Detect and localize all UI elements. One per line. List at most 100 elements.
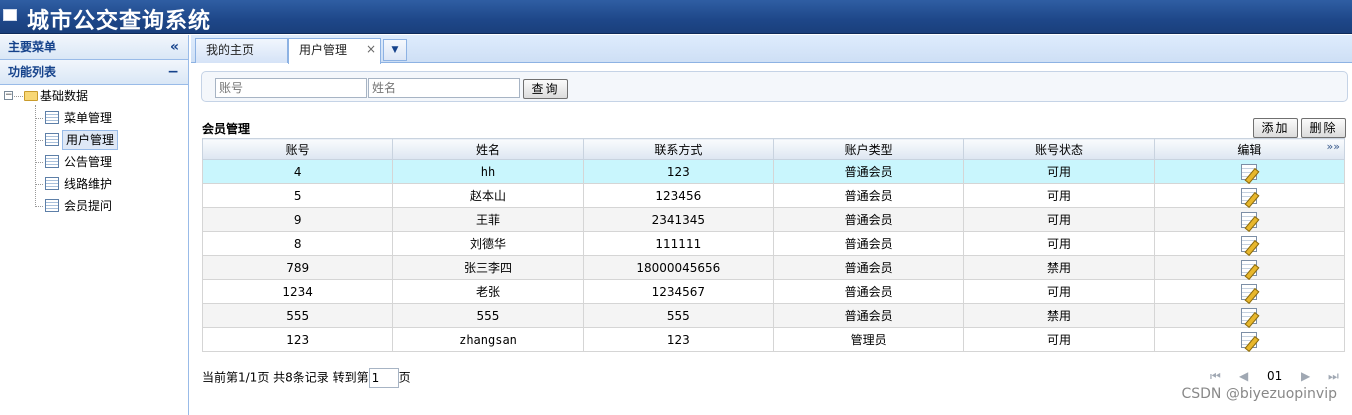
next-page-icon[interactable]: ▶	[1301, 369, 1310, 383]
cell-account: 5	[201, 183, 394, 208]
prev-page-icon[interactable]: ◀	[1239, 369, 1248, 383]
sidebar-header-title: 主要菜单	[8, 40, 57, 54]
col-contact[interactable]: 联系方式	[582, 138, 774, 160]
col-status[interactable]: 账号状态	[963, 138, 1155, 160]
watermark: CSDN @biyezuopinvip	[1181, 386, 1337, 402]
sidebar: 主要菜单 « 功能列表 − − 基础数据 菜单管理 用户管理 公告管理 线路维护…	[0, 35, 189, 415]
cell-contact: 18000045656	[582, 255, 774, 280]
table-row[interactable]: 9 王菲 2341345 普通会员 可用	[201, 207, 1346, 232]
cell-contact: 111111	[582, 231, 774, 256]
cell-type: 普通会员	[772, 159, 965, 184]
cell-type: 普通会员	[772, 183, 965, 208]
more-columns-icon[interactable]: »»	[1327, 140, 1340, 153]
table-row[interactable]: 789 张三李四 18000045656 普通会员 禁用	[201, 255, 1346, 280]
cell-type: 普通会员	[772, 207, 965, 232]
first-page-icon[interactable]: ⏮	[1210, 369, 1221, 384]
main-content: 查询 会员管理 添加 删除 账号 姓名 联系方式 账户类型 账号状态 编辑 »»…	[191, 64, 1352, 415]
cell-type: 普通会员	[772, 303, 965, 328]
edit-icon[interactable]	[1241, 259, 1258, 276]
cell-type: 普通会员	[772, 231, 965, 256]
add-button[interactable]: 添加	[1253, 118, 1298, 138]
col-name[interactable]: 姓名	[392, 138, 584, 160]
cell-name: 刘德华	[392, 231, 584, 256]
cell-edit	[1153, 183, 1346, 208]
tree-expander-icon[interactable]: −	[4, 91, 13, 100]
tree-item-menu-management[interactable]: 菜单管理	[61, 109, 115, 126]
tree-item-route-maintenance[interactable]: 线路维护	[61, 175, 115, 192]
table-row[interactable]: 123 zhangsan 123 管理员 可用	[201, 327, 1346, 352]
search-panel: 查询	[201, 71, 1348, 102]
collapse-icon[interactable]: «	[170, 35, 179, 59]
window-icon	[3, 9, 17, 21]
cell-contact: 123456	[582, 183, 774, 208]
close-tab-icon[interactable]: ×	[366, 38, 376, 61]
notice-icon	[45, 155, 59, 168]
tree-item-member-questions[interactable]: 会员提问	[61, 197, 115, 214]
table-row[interactable]: 4 hh 123 普通会员 可用	[201, 159, 1346, 184]
edit-icon[interactable]	[1241, 163, 1258, 180]
minus-icon[interactable]: −	[167, 60, 179, 84]
cell-name: hh	[392, 159, 584, 184]
tree-item-notice-management[interactable]: 公告管理	[61, 153, 115, 170]
function-tree: − 基础数据 菜单管理 用户管理 公告管理 线路维护 会员提问	[0, 85, 188, 213]
col-edit[interactable]: 编辑 »»	[1153, 138, 1346, 160]
cell-account: 8	[201, 231, 394, 256]
edit-icon[interactable]	[1241, 283, 1258, 300]
cell-contact: 1234567	[582, 279, 774, 304]
table-row[interactable]: 8 刘德华 111111 普通会员 可用	[201, 231, 1346, 256]
tab-home[interactable]: 我的主页	[195, 38, 288, 63]
table-row[interactable]: 1234 老张 1234567 普通会员 可用	[201, 279, 1346, 304]
col-account-type[interactable]: 账户类型	[772, 138, 965, 160]
users-icon	[45, 133, 59, 146]
tab-user-management[interactable]: 用户管理 ×	[288, 38, 381, 64]
cell-name: 张三李四	[392, 255, 584, 280]
cell-name: 老张	[392, 279, 584, 304]
cell-edit	[1153, 255, 1346, 280]
cell-contact: 2341345	[582, 207, 774, 232]
cell-account: 123	[201, 327, 394, 352]
last-page-icon[interactable]: ⏭	[1328, 369, 1339, 384]
tab-menu-dropdown-icon[interactable]: ▼	[383, 39, 407, 61]
section-header[interactable]: 功能列表 −	[0, 60, 188, 85]
menu-icon	[45, 111, 59, 124]
cell-status: 可用	[963, 231, 1155, 256]
table-row[interactable]: 555 555 555 普通会员 禁用	[201, 303, 1346, 328]
edit-icon[interactable]	[1241, 331, 1258, 348]
tab-user-management-label: 用户管理	[299, 43, 348, 57]
pager-suffix: 页	[398, 370, 411, 385]
cell-type: 普通会员	[772, 255, 965, 280]
cell-status: 可用	[963, 207, 1155, 232]
col-account[interactable]: 账号	[201, 138, 394, 160]
current-page: 01	[1267, 369, 1283, 383]
pager-summary-text: 当前第1/1页 共8条记录 转到第	[202, 370, 369, 385]
edit-icon[interactable]	[1241, 235, 1258, 252]
cell-name: 王菲	[392, 207, 584, 232]
edit-icon[interactable]	[1241, 187, 1258, 204]
cell-status: 可用	[963, 183, 1155, 208]
tree-item-user-management[interactable]: 用户管理	[62, 130, 119, 150]
cell-contact: 555	[582, 303, 774, 328]
cell-status: 可用	[963, 327, 1155, 352]
delete-button[interactable]: 删除	[1301, 118, 1346, 138]
table-row[interactable]: 5 赵本山 123456 普通会员 可用	[201, 183, 1346, 208]
edit-icon[interactable]	[1241, 211, 1258, 228]
table-header-row: 账号 姓名 联系方式 账户类型 账号状态 编辑 »»	[201, 138, 1346, 160]
account-input[interactable]	[215, 78, 367, 98]
app-header: 城市公交查询系统	[0, 0, 1352, 34]
sidebar-header: 主要菜单 «	[0, 35, 188, 60]
search-button[interactable]: 查询	[523, 79, 568, 99]
page-jump-input[interactable]: 1	[368, 368, 399, 388]
cell-status: 禁用	[963, 303, 1155, 328]
grid-title: 会员管理	[202, 122, 251, 136]
edit-icon[interactable]	[1241, 307, 1258, 324]
cell-edit	[1153, 327, 1346, 352]
tab-bar: 我的主页 用户管理 × ▼	[191, 35, 1352, 64]
cell-status: 可用	[963, 279, 1155, 304]
cell-type: 普通会员	[772, 279, 965, 304]
cell-account: 789	[201, 255, 394, 280]
cell-name: 555	[392, 303, 584, 328]
tree-root-basic-data[interactable]: 基础数据	[40, 86, 88, 106]
cell-account: 4	[201, 159, 394, 184]
name-input[interactable]	[368, 78, 520, 98]
col-edit-label: 编辑	[1237, 142, 1262, 157]
